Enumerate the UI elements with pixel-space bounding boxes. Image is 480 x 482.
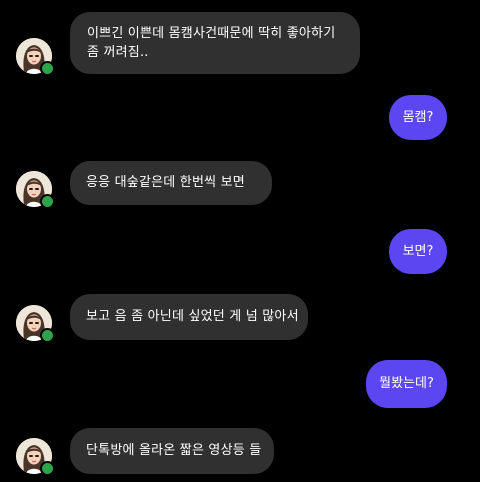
online-status-icon: [40, 461, 55, 476]
incoming-message-bubble[interactable]: 응응 대숲같은데 한번씩 보면: [70, 161, 272, 205]
contact-avatar[interactable]: [16, 438, 55, 476]
contact-avatar[interactable]: [16, 171, 55, 209]
online-status-icon: [40, 194, 55, 209]
incoming-message-bubble[interactable]: 보고 음 좀 아닌데 싶었던 게 넘 많아서: [70, 294, 308, 340]
contact-avatar[interactable]: [16, 38, 55, 76]
online-status-icon: [40, 328, 55, 343]
incoming-message-bubble[interactable]: 단톡방에 올라온 짧은 영상등 들: [70, 428, 274, 474]
outgoing-message-bubble[interactable]: 몸캠?: [389, 95, 447, 140]
incoming-message-bubble[interactable]: 이쁘긴 이쁜데 몸캠사건때문에 딱히 좋아하기 좀 꺼려짐..: [70, 12, 360, 74]
outgoing-message-bubble[interactable]: 뭘봤는데?: [366, 360, 447, 408]
online-status-icon: [40, 61, 55, 76]
outgoing-message-bubble[interactable]: 보면?: [389, 229, 447, 274]
contact-avatar[interactable]: [16, 305, 55, 343]
